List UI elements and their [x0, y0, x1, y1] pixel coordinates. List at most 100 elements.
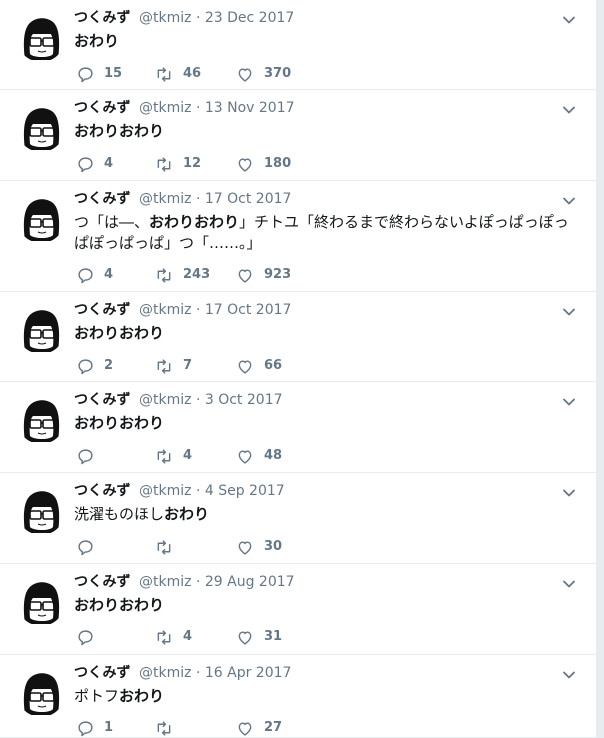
reply-button[interactable]: 4 — [77, 266, 113, 284]
retweet-button[interactable]: 4 — [155, 628, 192, 646]
like-button[interactable]: 370 — [236, 65, 291, 83]
retweet-button[interactable]: 12 — [155, 155, 201, 173]
tweet-text-segment: つ「は―、 — [74, 213, 150, 231]
tweet-text: おわりおわり — [74, 323, 574, 344]
chevron-down-icon[interactable] — [562, 193, 576, 207]
chevron-down-icon[interactable] — [562, 12, 576, 26]
like-count: 31 — [264, 629, 283, 644]
like-button[interactable]: 30 — [236, 538, 282, 556]
reply-button[interactable]: 15 — [77, 65, 122, 83]
avatar[interactable] — [17, 669, 65, 717]
reply-icon — [77, 539, 94, 556]
display-name[interactable]: つくみず — [74, 191, 131, 207]
heart-icon — [236, 720, 254, 737]
avatar[interactable] — [17, 195, 65, 243]
tweet-text: おわりおわり — [74, 595, 574, 616]
avatar[interactable] — [17, 396, 65, 444]
handle[interactable]: @tkmiz — [139, 100, 191, 116]
tweet-text: おわり — [74, 31, 574, 52]
retweet-button[interactable]: 7 — [155, 357, 192, 375]
tweet-header: つくみず @tkmiz · 17 Oct 2017 — [74, 301, 291, 319]
display-name[interactable]: つくみず — [74, 10, 131, 26]
chevron-down-icon[interactable] — [562, 667, 576, 681]
handle[interactable]: @tkmiz — [139, 665, 191, 681]
chevron-down-icon[interactable] — [562, 485, 576, 499]
timestamp[interactable]: 17 Oct 2017 — [205, 302, 292, 318]
tweet[interactable]: つくみず @tkmiz · 3 Oct 2017 おわりおわり 4 48 — [0, 382, 604, 473]
retweet-button[interactable] — [155, 719, 183, 737]
retweet-button[interactable] — [155, 538, 183, 556]
reply-icon — [77, 448, 94, 465]
reply-icon — [77, 267, 94, 284]
reply-button[interactable]: 4 — [77, 155, 113, 173]
tweet-text-segment: 洗濯ものほし — [74, 505, 165, 523]
timestamp[interactable]: 17 Oct 2017 — [205, 191, 292, 207]
display-name[interactable]: つくみず — [74, 392, 131, 408]
reply-button[interactable]: 2 — [77, 357, 113, 375]
tweet[interactable]: つくみず @tkmiz · 23 Dec 2017 おわり 15 46 370 — [0, 0, 604, 90]
timestamp[interactable]: 4 Sep 2017 — [205, 483, 285, 499]
like-button[interactable]: 66 — [236, 357, 282, 375]
tweet-header: つくみず @tkmiz · 17 Oct 2017 — [74, 190, 291, 208]
reply-count: 15 — [104, 66, 123, 81]
timestamp[interactable]: 13 Nov 2017 — [205, 100, 295, 116]
reply-count: 2 — [104, 358, 114, 373]
chevron-down-icon[interactable] — [562, 304, 576, 318]
tweet[interactable]: つくみず @tkmiz · 13 Nov 2017 おわりおわり 4 12 18… — [0, 90, 604, 181]
timestamp[interactable]: 16 Apr 2017 — [205, 665, 292, 681]
like-button[interactable]: 31 — [236, 628, 282, 646]
avatar[interactable] — [17, 104, 65, 152]
reply-button[interactable] — [77, 538, 104, 556]
retweet-count: 7 — [183, 358, 193, 373]
tweet[interactable]: つくみず @tkmiz · 16 Apr 2017 ポトフおわり 1 27 — [0, 655, 604, 738]
handle[interactable]: @tkmiz — [139, 483, 191, 499]
retweet-icon — [155, 539, 173, 556]
tweet-header: つくみず @tkmiz · 23 Dec 2017 — [74, 9, 294, 27]
like-button[interactable]: 48 — [236, 447, 282, 465]
avatar[interactable] — [17, 487, 65, 535]
reply-button[interactable] — [77, 628, 104, 646]
like-button[interactable]: 180 — [236, 155, 291, 173]
chevron-down-icon[interactable] — [562, 576, 576, 590]
handle[interactable]: @tkmiz — [139, 191, 191, 207]
retweet-button[interactable]: 4 — [155, 447, 192, 465]
tweet-meta: @tkmiz · 29 Aug 2017 — [139, 574, 295, 590]
avatar[interactable] — [17, 14, 65, 62]
reply-icon — [77, 156, 94, 173]
reply-button[interactable] — [77, 447, 104, 465]
tweet[interactable]: つくみず @tkmiz · 17 Oct 2017 つ「は―、おわりおわり」チト… — [0, 181, 604, 292]
retweet-button[interactable]: 243 — [155, 266, 210, 284]
like-count: 923 — [264, 267, 292, 282]
avatar[interactable] — [17, 306, 65, 354]
display-name[interactable]: つくみず — [74, 100, 131, 116]
handle[interactable]: @tkmiz — [139, 392, 191, 408]
like-button[interactable]: 923 — [236, 266, 291, 284]
tweet-text-bold: おわりおわり — [74, 122, 165, 140]
handle[interactable]: @tkmiz — [139, 302, 191, 318]
display-name[interactable]: つくみず — [74, 302, 131, 318]
tweet[interactable]: つくみず @tkmiz · 4 Sep 2017 洗濯ものほしおわり 30 — [0, 473, 604, 564]
like-button[interactable]: 27 — [236, 719, 282, 737]
timestamp[interactable]: 3 Oct 2017 — [205, 392, 283, 408]
reply-icon — [77, 720, 94, 737]
tweet-meta: @tkmiz · 16 Apr 2017 — [139, 665, 292, 681]
chevron-down-icon[interactable] — [562, 102, 576, 116]
reply-button[interactable]: 1 — [77, 719, 113, 737]
chevron-down-icon[interactable] — [562, 394, 576, 408]
display-name[interactable]: つくみず — [74, 574, 131, 590]
timestamp[interactable]: 29 Aug 2017 — [205, 574, 295, 590]
handle[interactable]: @tkmiz — [139, 574, 191, 590]
tweet[interactable]: つくみず @tkmiz · 17 Oct 2017 おわりおわり 2 7 66 — [0, 292, 604, 382]
retweet-button[interactable]: 46 — [155, 65, 201, 83]
retweet-icon — [155, 448, 173, 465]
like-count: 370 — [264, 66, 292, 81]
handle[interactable]: @tkmiz — [139, 10, 191, 26]
timestamp[interactable]: 23 Dec 2017 — [205, 10, 294, 26]
avatar[interactable] — [17, 578, 65, 626]
display-name[interactable]: つくみず — [74, 665, 131, 681]
tweet-text-bold: おわり — [74, 32, 120, 50]
tweet[interactable]: つくみず @tkmiz · 29 Aug 2017 おわりおわり 4 31 — [0, 564, 604, 655]
heart-icon — [236, 156, 254, 173]
display-name[interactable]: つくみず — [74, 483, 131, 499]
tweet-text-bold: おわりおわり — [149, 213, 240, 231]
